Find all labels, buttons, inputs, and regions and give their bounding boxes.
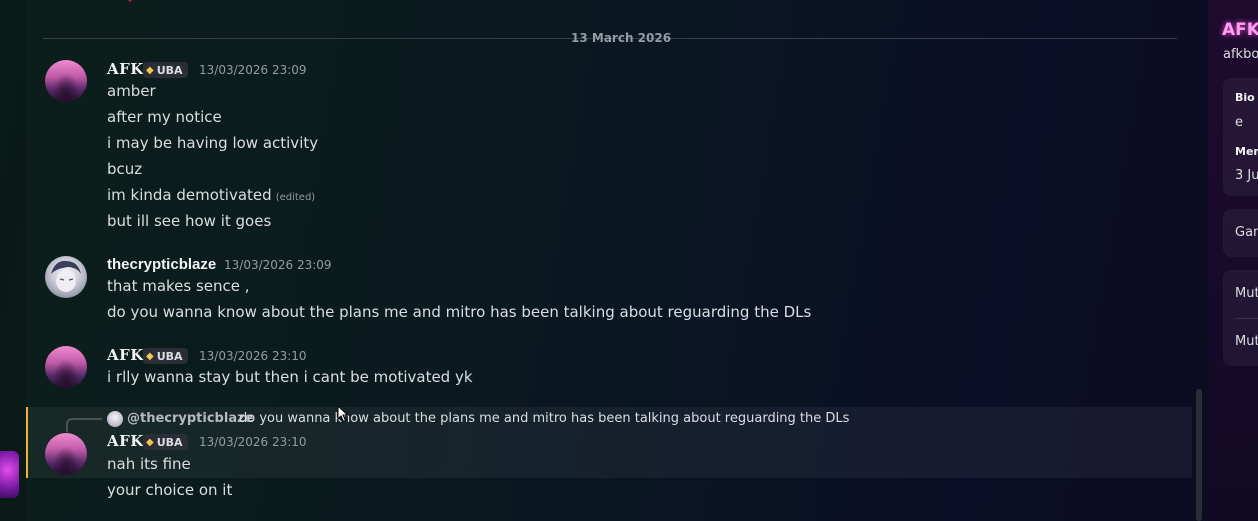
message-line: that makes sence , <box>107 277 250 295</box>
profile-about-card: Bio e Mem 3 Ju <box>1223 78 1258 196</box>
server-tag-badge[interactable]: ◆ UBA <box>143 62 188 78</box>
mutuals-card: Mut Mut <box>1223 270 1258 366</box>
author-name[interactable]: AFK <box>107 432 144 450</box>
tag-label: UBA <box>156 435 183 449</box>
author-name[interactable]: AFK <box>107 346 144 364</box>
timestamp[interactable]: 13/03/2026 23:09 <box>199 63 307 77</box>
profile-display-name: AFK <box>1222 20 1258 40</box>
server-sidebar <box>0 0 26 521</box>
games-label: Gan <box>1235 225 1258 240</box>
tag-label: UBA <box>156 349 183 363</box>
gem-icon: ◆ <box>146 436 154 448</box>
bio-value: e <box>1235 115 1243 130</box>
avatar[interactable] <box>45 346 87 388</box>
mouse-cursor-icon <box>337 405 349 423</box>
avatar[interactable] <box>45 60 87 102</box>
bio-label: Bio <box>1235 91 1255 104</box>
profile-panel: AFK afkbo Bio e Mem 3 Ju Gan Mut Mut <box>1208 0 1258 521</box>
mutual-servers-item[interactable]: Mut <box>1235 286 1258 301</box>
message-line: amber <box>107 82 156 100</box>
reply-author[interactable]: @thecrypticblaze <box>127 411 253 426</box>
server-tag-badge[interactable]: ◆ UBA <box>143 434 188 450</box>
message-list: 13 March 2026 AFK ◆ UBA 13/03/2026 23:09… <box>26 0 1194 521</box>
server-avatar[interactable] <box>0 451 19 498</box>
message-line: i rlly wanna stay but then i cant be mot… <box>107 368 473 386</box>
profile-username[interactable]: afkbo <box>1223 47 1258 62</box>
gem-icon: ◆ <box>146 350 154 362</box>
author-name[interactable]: thecrypticblaze <box>107 256 216 273</box>
member-since-label: Mem <box>1235 145 1258 158</box>
gem-icon: ◆ <box>146 64 154 76</box>
message-line: after my notice <box>107 108 222 126</box>
server-tag-badge[interactable]: ◆ UBA <box>143 348 188 364</box>
message-line: nah its fine <box>107 455 191 473</box>
avatar[interactable] <box>45 256 87 298</box>
avatar[interactable] <box>45 433 87 475</box>
message-text: im kinda demotivated <box>107 186 272 204</box>
author-name[interactable]: AFK <box>107 60 144 78</box>
message-line: i may be having low activity <box>107 134 319 152</box>
anime-avatar-icon <box>51 260 81 292</box>
message-line: im kinda demotivated (edited) <box>107 186 315 204</box>
mutual-friends-item[interactable]: Mut <box>1235 334 1258 349</box>
timestamp[interactable]: 13/03/2026 23:10 <box>199 349 307 363</box>
divider <box>1235 318 1258 319</box>
member-since-value: 3 Ju <box>1235 168 1258 183</box>
reply-preview-text[interactable]: do you wanna know about the plans me and… <box>239 411 849 426</box>
scrollbar-thumb[interactable] <box>1196 389 1202 521</box>
timestamp[interactable]: 13/03/2026 23:10 <box>199 435 307 449</box>
message-line: bcuz <box>107 160 143 178</box>
timestamp[interactable]: 13/03/2026 23:09 <box>224 258 332 272</box>
message-line: but ill see how it goes <box>107 212 272 230</box>
message-line: your choice on it <box>107 481 233 499</box>
reply-avatar[interactable] <box>107 411 123 427</box>
message-line: do you wanna know about the plans me and… <box>107 303 812 321</box>
edited-label: (edited) <box>275 192 316 203</box>
reply-spine-icon <box>66 418 102 432</box>
tag-label: UBA <box>156 63 183 77</box>
date-divider-label: 13 March 2026 <box>571 31 672 45</box>
games-card[interactable]: Gan <box>1223 209 1258 257</box>
